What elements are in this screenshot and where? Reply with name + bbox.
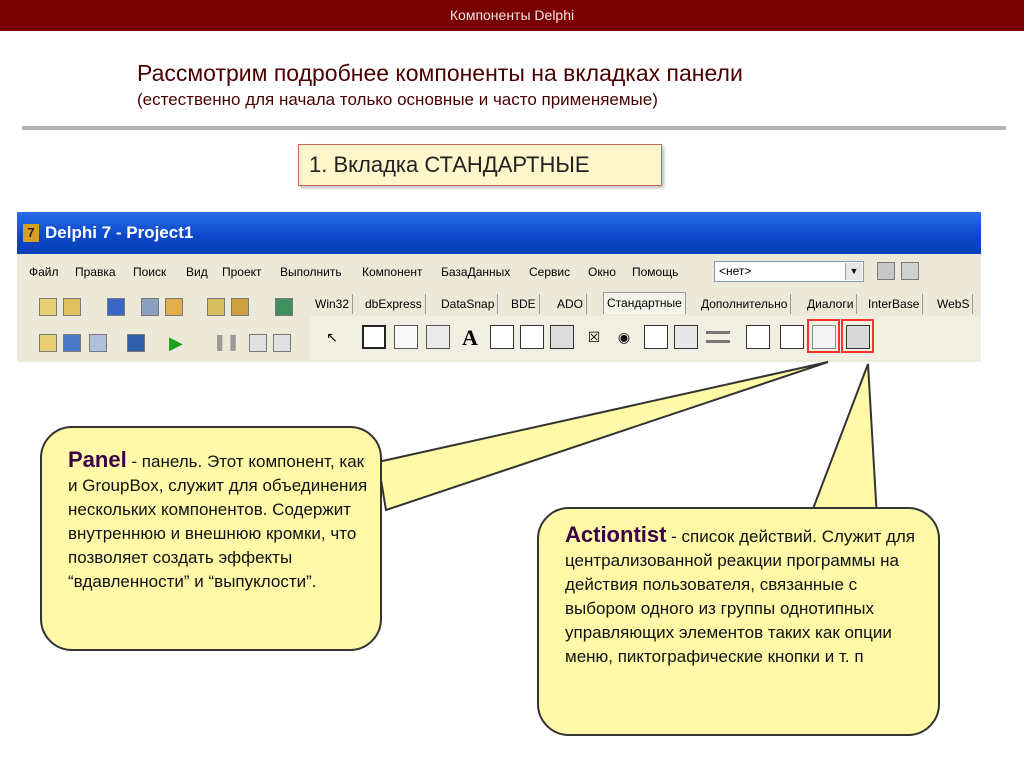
tab-interbase[interactable]: InterBase — [865, 294, 924, 314]
combo-value: <нет> — [719, 264, 752, 278]
radio-button-icon[interactable]: ◉ — [612, 325, 636, 349]
save-all-icon[interactable] — [141, 298, 159, 316]
actionlist-callout-name: Actiontist — [565, 522, 667, 547]
toggle-form-unit-icon[interactable] — [89, 334, 107, 352]
main-menu-icon[interactable] — [394, 325, 418, 349]
ide-menu-bar: Файл Правка Поиск Вид Проект Выполнить К… — [17, 256, 981, 288]
checkbox-icon[interactable]: ☒ — [582, 325, 606, 349]
tab-datasnap[interactable]: DataSnap — [438, 294, 499, 314]
label-icon[interactable]: A — [458, 325, 482, 350]
panel-callout: Panel - панель. Этот компонент, как и Gr… — [40, 426, 382, 651]
menu-component[interactable]: Компонент — [362, 265, 423, 279]
panel-callout-text: - панель. Этот компонент, как и GroupBox… — [68, 452, 368, 591]
component-palette-tabs: Win32 dbExpress DataSnap BDE ADO Стандар… — [310, 292, 981, 314]
menu-project[interactable]: Проект — [222, 265, 262, 279]
open-project-icon[interactable] — [165, 298, 183, 316]
header-title: Компоненты Delphi — [449, 7, 575, 23]
trace-into-icon[interactable] — [249, 334, 267, 352]
help-icon[interactable] — [275, 298, 293, 316]
tab-dialogs[interactable]: Диалоги — [804, 294, 858, 314]
memo-icon[interactable] — [520, 325, 544, 349]
actionlist-highlight — [841, 319, 874, 353]
view-form-icon[interactable] — [63, 334, 81, 352]
remove-file-icon[interactable] — [231, 298, 249, 316]
delphi-logo-icon: 7 — [23, 224, 39, 242]
chevron-down-icon[interactable]: ▼ — [845, 263, 862, 280]
slide-subtitle: (естественно для начала только основные … — [137, 90, 658, 109]
delphi-ide-screenshot: 7 Delphi 7 - Project1 Файл Правка Поиск … — [17, 212, 981, 374]
section-heading: 1. Вкладка СТАНДАРТНЫЕ — [298, 144, 662, 186]
popup-menu-icon[interactable] — [426, 325, 450, 349]
run-icon[interactable]: ▶ — [169, 334, 187, 352]
save-icon[interactable] — [107, 298, 125, 316]
save-desktop-icon[interactable] — [877, 262, 895, 280]
tab-additional[interactable]: Дополнительно — [698, 294, 792, 314]
tab-dbexpress[interactable]: dbExpress — [362, 294, 426, 314]
radiogroup-icon[interactable] — [780, 325, 804, 349]
panel-callout-name: Panel — [68, 447, 127, 472]
desktop-combo[interactable]: <нет> ▼ — [714, 261, 864, 282]
open-icon[interactable] — [63, 298, 81, 316]
menu-database[interactable]: БазаДанных — [441, 265, 510, 279]
view-unit-icon[interactable] — [39, 334, 57, 352]
step-over-icon[interactable] — [273, 334, 291, 352]
ide-editor-area — [17, 362, 981, 374]
menu-edit[interactable]: Правка — [75, 265, 116, 279]
add-file-icon[interactable] — [207, 298, 225, 316]
new-icon[interactable] — [39, 298, 57, 316]
panel-highlight — [807, 319, 840, 353]
listbox-icon[interactable] — [644, 325, 668, 349]
tab-bde[interactable]: BDE — [508, 294, 540, 314]
groupbox-icon[interactable] — [746, 325, 770, 349]
actionlist-callout-text: - список действий. Служит для централизо… — [565, 527, 916, 666]
menu-help[interactable]: Помощь — [632, 265, 678, 279]
divider — [22, 126, 1006, 130]
component-palette: ↖ A ☒ ◉ — [310, 316, 981, 360]
ide-window-title: Delphi 7 - Project1 — [45, 223, 194, 242]
menu-file[interactable]: Файл — [29, 265, 59, 279]
pause-icon[interactable]: ❚❚ — [213, 334, 240, 352]
scrollbar-icon[interactable] — [706, 331, 730, 343]
slide-header: Компоненты Delphi — [0, 0, 1024, 31]
edit-icon[interactable] — [490, 325, 514, 349]
menu-run[interactable]: Выполнить — [280, 265, 342, 279]
slide-title: Рассмотрим подробнее компоненты на вклад… — [137, 60, 743, 86]
tab-websnap[interactable]: WebS — [934, 294, 974, 314]
menu-tools[interactable]: Сервис — [529, 265, 570, 279]
menu-view[interactable]: Вид — [186, 265, 208, 279]
frames-icon[interactable] — [362, 325, 386, 349]
button-icon[interactable] — [550, 325, 574, 349]
menu-search[interactable]: Поиск — [133, 265, 166, 279]
tab-win32[interactable]: Win32 — [312, 294, 354, 314]
panel-pointer — [376, 361, 829, 512]
actionlist-callout: Actiontist - список действий. Служит для… — [537, 507, 940, 736]
tab-ado[interactable]: ADO — [554, 294, 588, 314]
set-debug-desktop-icon[interactable] — [901, 262, 919, 280]
tab-standard[interactable]: Стандартные — [603, 292, 686, 314]
menu-window[interactable]: Окно — [588, 265, 616, 279]
new-form-icon[interactable] — [127, 334, 145, 352]
pointer-arrow-icon[interactable]: ↖ — [320, 325, 344, 349]
combobox-icon[interactable] — [674, 325, 698, 349]
ide-title-bar: 7 Delphi 7 - Project1 — [17, 212, 981, 254]
